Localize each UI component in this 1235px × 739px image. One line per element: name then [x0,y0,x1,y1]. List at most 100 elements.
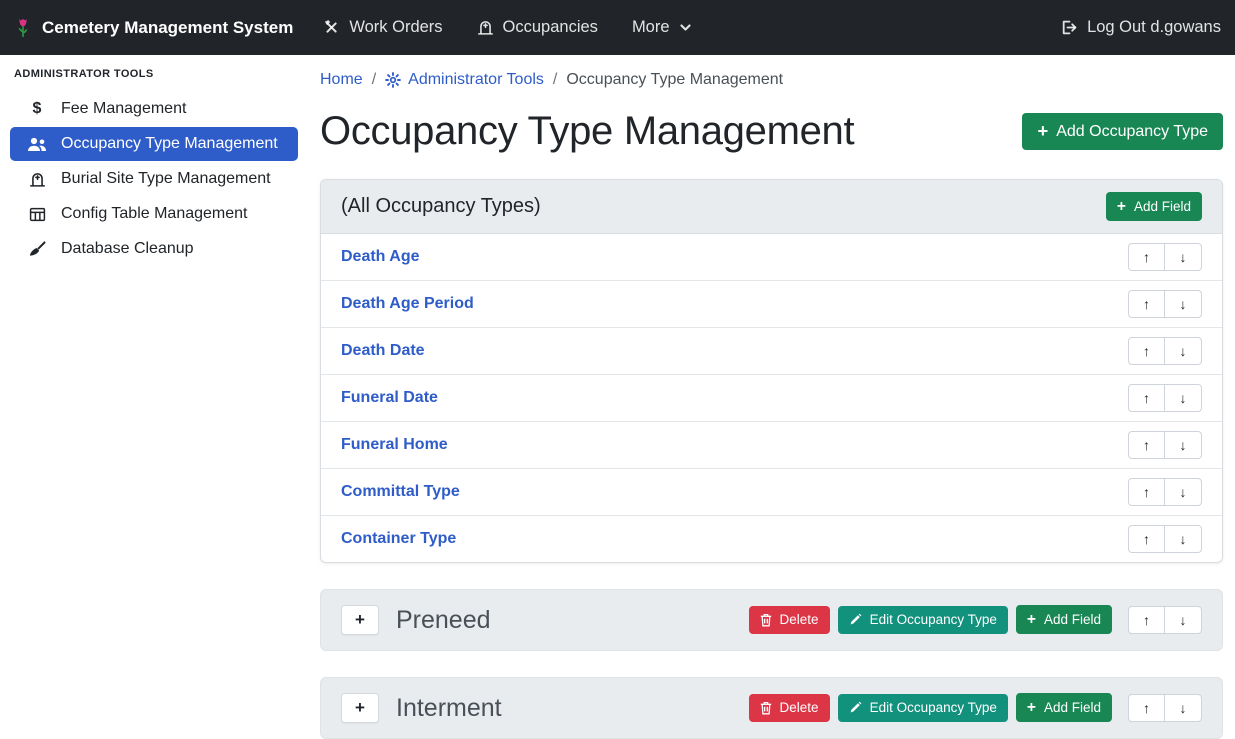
nav-item-label: Occupancies [503,18,598,37]
field-row: Death Age ↑ ↓ [321,234,1222,281]
move-up-button[interactable]: ↑ [1128,478,1165,506]
move-down-button[interactable]: ↓ [1165,606,1202,634]
sidebar-item-burial-site-type-management[interactable]: Burial Site Type Management [10,162,298,196]
edit-label: Edit Occupancy Type [870,700,997,715]
breadcrumb-home[interactable]: Home [320,71,363,89]
nav-item-work-orders[interactable]: Work Orders [323,18,442,37]
users-icon [26,137,48,152]
move-up-button[interactable]: ↑ [1128,431,1165,459]
move-down-button[interactable]: ↓ [1165,290,1202,318]
move-down-button[interactable]: ↓ [1165,525,1202,553]
move-down-button[interactable]: ↓ [1165,384,1202,412]
add-field-button[interactable]: + Add Field [1016,693,1112,722]
field-row: Death Age Period ↑ ↓ [321,281,1222,328]
app-brand[interactable]: Cemetery Management System [14,16,293,40]
move-down-button[interactable]: ↓ [1165,337,1202,365]
reorder-buttons: ↑ ↓ [1128,243,1202,271]
move-down-button[interactable]: ↓ [1165,431,1202,459]
edit-occupancy-type-button[interactable]: Edit Occupancy Type [838,694,1008,722]
move-down-button[interactable]: ↓ [1165,694,1202,722]
move-up-button[interactable]: ↑ [1128,243,1165,271]
move-up-button[interactable]: ↑ [1128,337,1165,365]
add-field-button[interactable]: + Add Field [1106,192,1202,221]
card-header: (All Occupancy Types) + Add Field [321,180,1222,234]
trash-icon [760,613,772,627]
field-link[interactable]: Death Age Period [341,295,474,313]
logout-icon [1060,19,1078,36]
nav-item-more[interactable]: More [632,18,692,37]
breadcrumb: Home / Administrator Tools / Occupancy T… [320,71,1223,89]
sidebar-item-label: Burial Site Type Management [61,170,271,188]
breadcrumb-admin-tools[interactable]: Administrator Tools [385,71,544,89]
reorder-buttons: ↑ ↓ [1128,478,1202,506]
broom-icon [26,241,48,258]
page-title: Occupancy Type Management [320,109,854,154]
add-occupancy-type-label: Add Occupancy Type [1056,123,1208,141]
delete-label: Delete [780,612,819,627]
expand-button[interactable]: + [341,693,379,723]
reorder-buttons: ↑ ↓ [1128,290,1202,318]
breadcrumb-separator: / [372,71,376,89]
sidebar-item-fee-management[interactable]: $ Fee Management [10,92,298,126]
field-link[interactable]: Funeral Date [341,389,438,407]
expand-button[interactable]: + [341,605,379,635]
occupancy-type-section-preneed: + Preneed Delete [320,589,1223,651]
sidebar-item-config-table-management[interactable]: Config Table Management [10,197,298,231]
flower-logo-icon [14,16,32,40]
gear-icon [385,72,401,88]
field-link[interactable]: Death Date [341,342,425,360]
logout-link[interactable]: Log Out d.gowans [1060,18,1221,37]
reorder-buttons: ↑ ↓ [1128,431,1202,459]
add-field-label: Add Field [1044,700,1101,715]
move-up-button[interactable]: ↑ [1128,290,1165,318]
reorder-buttons: ↑ ↓ [1128,337,1202,365]
section-actions: Delete Edit Occupancy Type + Add Field ↑… [749,605,1202,634]
field-link[interactable]: Container Type [341,530,456,548]
field-row: Container Type ↑ ↓ [321,516,1222,562]
sidebar-item-label: Config Table Management [61,205,248,223]
add-occupancy-type-button[interactable]: + Add Occupancy Type [1022,113,1223,149]
tools-icon [323,19,340,36]
nav-item-label: Work Orders [349,18,442,37]
pencil-icon [849,613,862,626]
edit-label: Edit Occupancy Type [870,612,997,627]
nav-item-label: More [632,18,670,37]
add-field-label: Add Field [1134,199,1191,214]
sidebar-item-database-cleanup[interactable]: Database Cleanup [10,232,298,266]
plus-icon: + [1117,199,1126,215]
reorder-buttons: ↑ ↓ [1128,384,1202,412]
sidebar-item-label: Occupancy Type Management [61,135,278,153]
chevron-down-icon [679,21,692,34]
sidebar-item-occupancy-type-management[interactable]: Occupancy Type Management [10,127,298,161]
title-row: Occupancy Type Management + Add Occupanc… [320,109,1223,154]
move-up-button[interactable]: ↑ [1128,384,1165,412]
trash-icon [760,701,772,715]
tombstone-icon [477,19,494,36]
delete-button[interactable]: Delete [749,606,830,634]
plus-icon: + [1037,122,1048,140]
move-up-button[interactable]: ↑ [1128,525,1165,553]
pencil-icon [849,701,862,714]
card-title: (All Occupancy Types) [341,195,541,218]
field-link[interactable]: Committal Type [341,483,460,501]
section-actions: Delete Edit Occupancy Type + Add Field ↑… [749,693,1202,722]
all-occupancy-types-card: (All Occupancy Types) + Add Field Death … [320,179,1223,563]
field-link[interactable]: Death Age [341,248,420,266]
main-content: Home / Administrator Tools / Occupancy T… [308,55,1235,739]
field-row: Committal Type ↑ ↓ [321,469,1222,516]
sidebar-item-label: Database Cleanup [61,240,194,258]
field-row: Funeral Home ↑ ↓ [321,422,1222,469]
move-down-button[interactable]: ↓ [1165,243,1202,271]
move-down-button[interactable]: ↓ [1165,478,1202,506]
edit-occupancy-type-button[interactable]: Edit Occupancy Type [838,606,1008,634]
field-link[interactable]: Funeral Home [341,436,448,454]
add-field-label: Add Field [1044,612,1101,627]
occupancy-type-section-interment: + Interment Delete [320,677,1223,739]
move-up-button[interactable]: ↑ [1128,694,1165,722]
delete-button[interactable]: Delete [749,694,830,722]
nav-item-occupancies[interactable]: Occupancies [477,18,598,37]
move-up-button[interactable]: ↑ [1128,606,1165,634]
reorder-buttons: ↑ ↓ [1128,694,1202,722]
section-title: Interment [396,691,502,725]
add-field-button[interactable]: + Add Field [1016,605,1112,634]
